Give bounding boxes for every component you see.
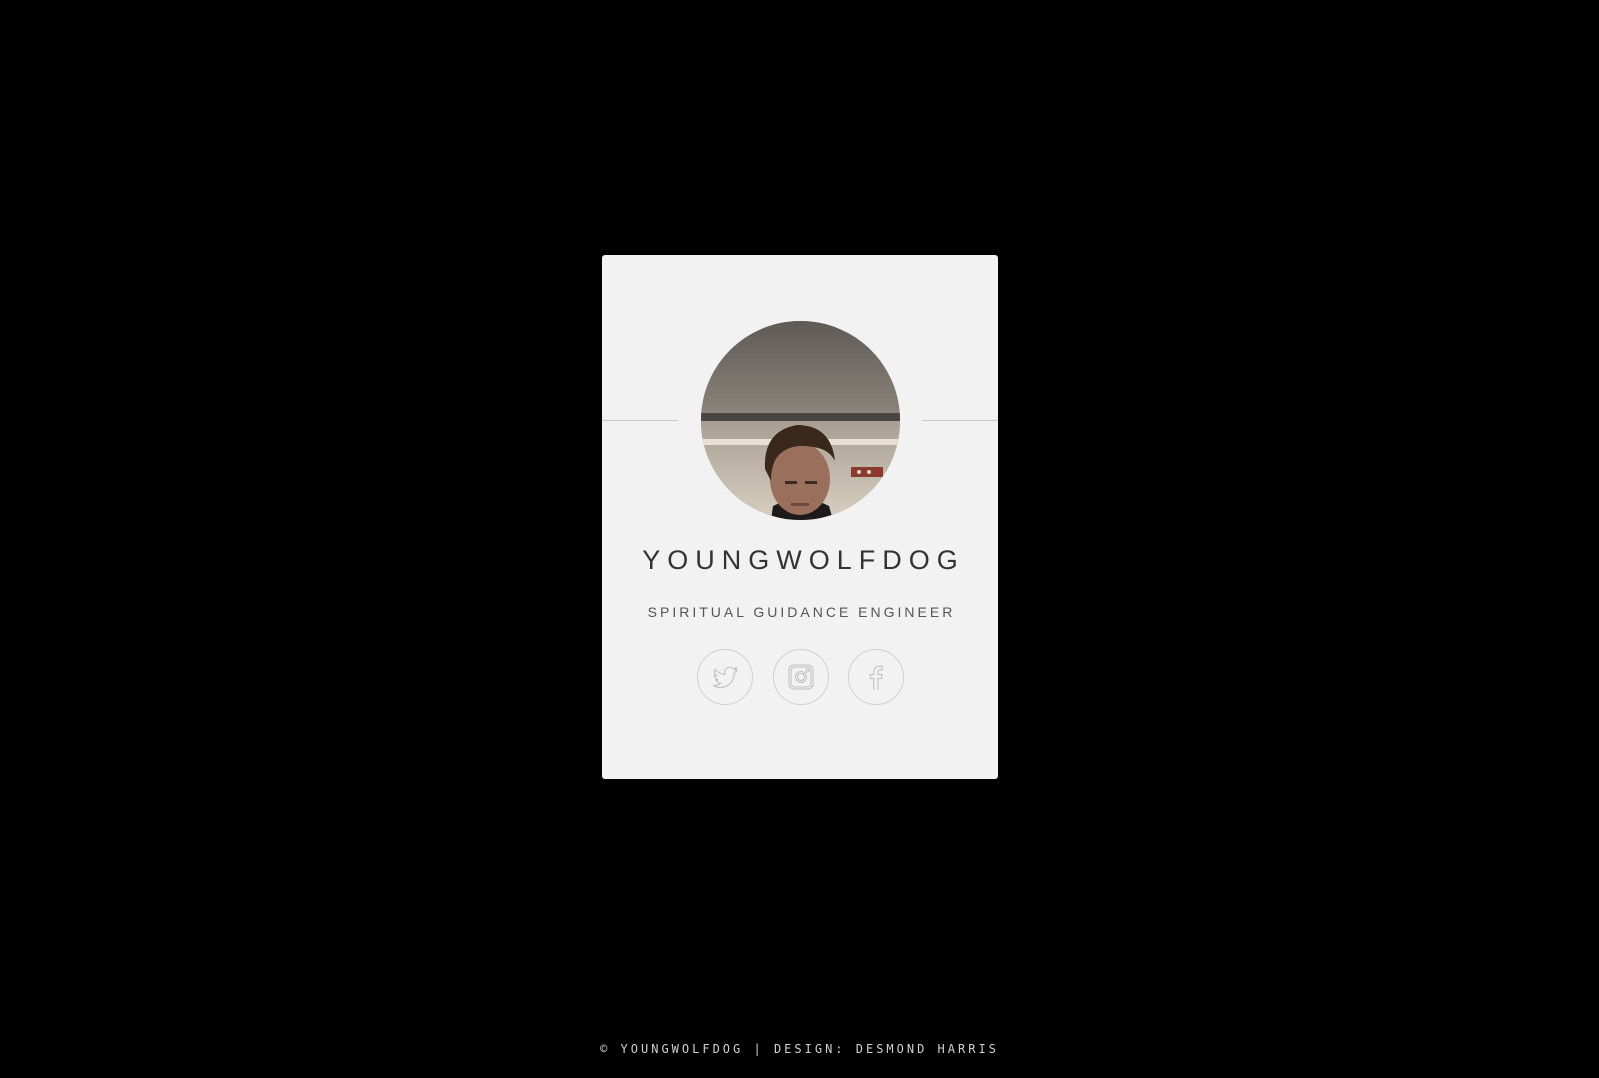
footer-separator: | [753, 1042, 764, 1056]
instagram-icon [788, 664, 814, 690]
avatar-photo [701, 321, 900, 520]
instagram-link[interactable] [773, 649, 829, 705]
profile-card: YOUNGWOLFDOG SPIRITUAL GUIDANCE ENGINEER [602, 255, 998, 779]
footer-copyright: © YOUNGWOLFDOG [600, 1042, 744, 1056]
twitter-link[interactable] [697, 649, 753, 705]
divider-right [922, 420, 998, 421]
footer: © YOUNGWOLFDOG | DESIGN: DESMOND HARRIS [0, 1042, 1599, 1056]
facebook-icon [869, 665, 883, 690]
facebook-link[interactable] [848, 649, 904, 705]
page: YOUNGWOLFDOG SPIRITUAL GUIDANCE ENGINEER [0, 0, 1599, 1078]
divider-left [602, 420, 678, 421]
profile-role: SPIRITUAL GUIDANCE ENGINEER [647, 604, 956, 620]
footer-credit: DESIGN: DESMOND HARRIS [773, 1042, 999, 1056]
twitter-icon [712, 666, 738, 689]
profile-name: YOUNGWOLFDOG [642, 545, 965, 575]
social-links [697, 649, 907, 705]
avatar [701, 321, 900, 520]
